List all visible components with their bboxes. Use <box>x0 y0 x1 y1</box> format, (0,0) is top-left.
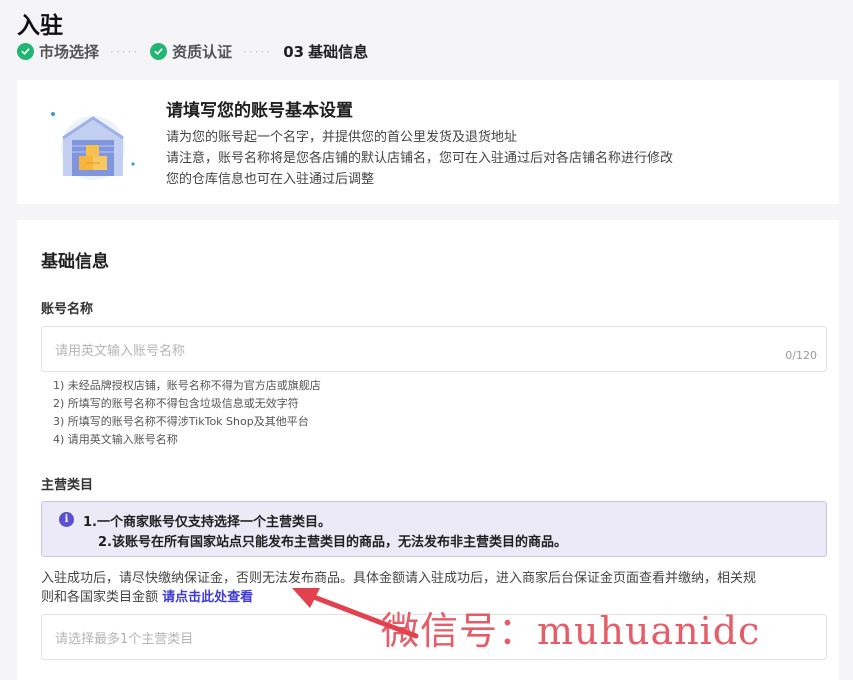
notice-line: 1.一个商家账号仅支持选择一个主营类目。 <box>83 515 331 530</box>
step-number: 03 <box>283 42 305 61</box>
account-name-label: 账号名称 <box>41 302 94 317</box>
step-indicator: 市场选择 ····· 资质认证 ····· 03 基础信息 <box>17 41 368 62</box>
account-name-placeholder: 请用英文输入账号名称 <box>55 344 186 359</box>
account-name-rule: 2) 所填写的账号名称不得包含垃圾信息或无效字符 <box>53 397 299 410</box>
intro-line: 请注意，账号名称将是您各店铺的默认店铺名，您可在入驻通过后对各店铺名称进行修改 <box>166 151 674 166</box>
account-name-rule: 4) 请用英文输入账号名称 <box>53 433 178 446</box>
intro-title: 请填写您的账号基本设置 <box>166 101 353 121</box>
step-qualification[interactable]: 资质认证 <box>150 41 232 62</box>
step-label: 基础信息 <box>308 43 369 61</box>
step-label: 市场选择 <box>39 43 100 61</box>
intro-line: 请为您的账号起一个名字，并提供您的首公里发货及退货地址 <box>166 130 518 145</box>
info-icon: i <box>59 512 74 527</box>
main-category-placeholder: 请选择最多1个主营类目 <box>55 632 194 647</box>
check-circle-icon <box>150 43 168 60</box>
warehouse-illustration <box>51 112 135 180</box>
deposit-info-text: 则和各国家类目金额 请点击此处查看 <box>41 586 253 605</box>
notice-line: 2.该账号在所有国家站点只能发布主营类目的商品，无法发布非主营类目的商品。 <box>98 535 567 550</box>
deposit-info-text-end: 则和各国家类目金额 <box>41 590 159 605</box>
page-title: 入驻 <box>17 13 63 39</box>
step-basic-info: 03 基础信息 <box>283 41 368 62</box>
view-details-link[interactable]: 请点击此处查看 <box>162 590 253 605</box>
step-label: 资质认证 <box>172 43 233 61</box>
step-market-selection[interactable]: 市场选择 <box>17 41 99 62</box>
account-name-rule: 1) 未经品牌授权店铺，账号名称不得为官方店或旗舰店 <box>53 379 321 392</box>
watermark-text: 微信号：muhuanidc <box>381 609 761 653</box>
intro-card: 请填写您的账号基本设置 请为您的账号起一个名字，并提供您的首公里发货及退货地址 … <box>17 80 839 204</box>
step-separator: ····· <box>110 44 140 59</box>
intro-line: 您的仓库信息也可在入驻通过后调整 <box>166 172 375 187</box>
char-counter: 0/120 <box>785 349 817 362</box>
check-circle-icon <box>17 43 34 60</box>
section-title: 基础信息 <box>41 252 109 272</box>
main-category-label: 主营类目 <box>41 478 94 493</box>
step-separator: ····· <box>243 44 273 59</box>
account-name-input[interactable]: 请用英文输入账号名称 0/120 <box>41 326 827 372</box>
account-name-rule: 3) 所填写的账号名称不得涉TikTok Shop及其他平台 <box>53 415 309 428</box>
category-notice: i 1.一个商家账号仅支持选择一个主营类目。 2.该账号在所有国家站点只能发布主… <box>41 501 827 557</box>
